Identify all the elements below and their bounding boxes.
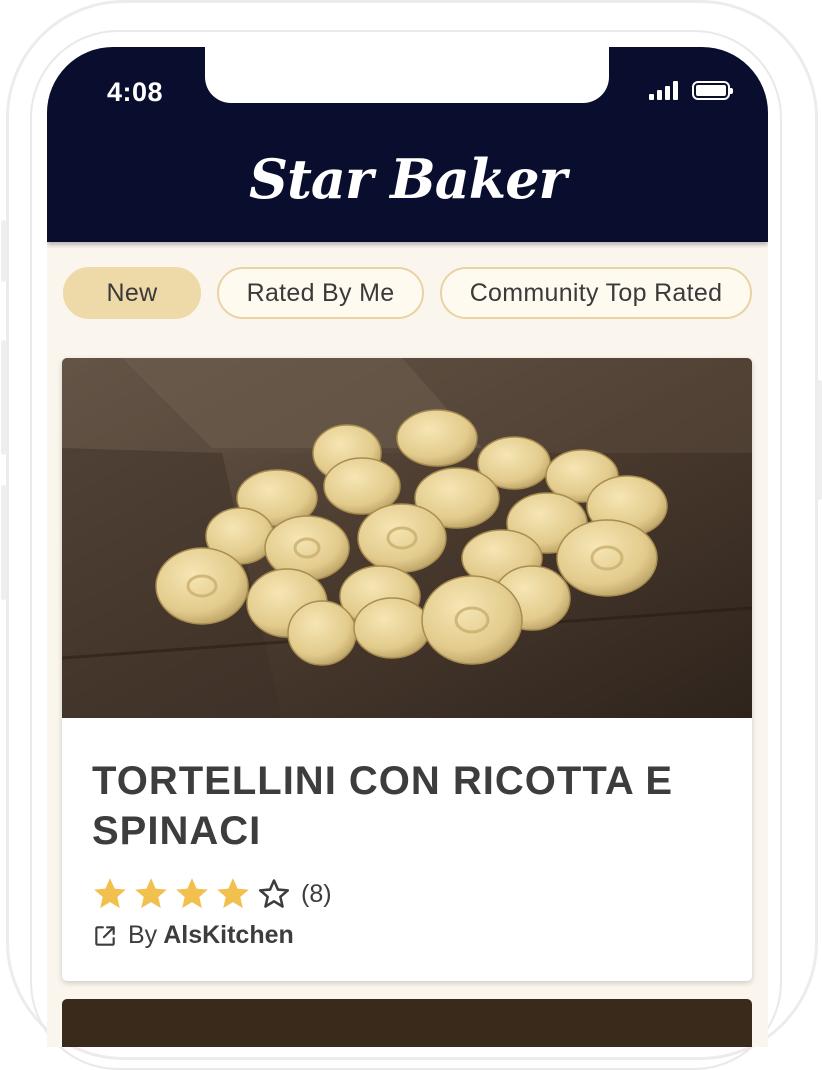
phone-side-button bbox=[1, 220, 6, 282]
recipe-title[interactable]: TORTELLINI CON RICOTTA E SPINACI bbox=[92, 756, 712, 856]
star-rating: (8) bbox=[90, 875, 332, 913]
star-empty-icon bbox=[258, 879, 290, 908]
phone-side-button bbox=[1, 485, 6, 600]
status-time: 4:08 bbox=[107, 77, 164, 107]
battery-icon bbox=[692, 81, 733, 100]
status-icons bbox=[649, 81, 733, 100]
recipe-author[interactable]: By AlsKitchen bbox=[92, 921, 294, 950]
cellular-signal-icon bbox=[649, 81, 678, 100]
app-screen: 4:08 Star Baker New Rated By Me Communit… bbox=[47, 47, 768, 1047]
next-recipe-card[interactable] bbox=[62, 999, 752, 1047]
star-filled-icon bbox=[135, 878, 167, 909]
phone-side-button bbox=[1, 340, 6, 455]
tab-rated-by-me[interactable]: Rated By Me bbox=[217, 267, 424, 319]
filter-tabs: New Rated By Me Community Top Rated bbox=[63, 267, 752, 319]
external-link-icon bbox=[95, 925, 115, 946]
author-name[interactable]: AlsKitchen bbox=[163, 921, 294, 950]
rating-count: (8) bbox=[301, 879, 332, 908]
app-logo: Star Baker bbox=[248, 147, 567, 211]
phone-notch bbox=[205, 47, 609, 103]
star-filled-icon bbox=[176, 878, 208, 909]
tab-community-top-rated[interactable]: Community Top Rated bbox=[440, 267, 752, 319]
app-header: 4:08 Star Baker bbox=[47, 47, 768, 242]
phone-side-button bbox=[817, 380, 822, 500]
recipe-photo[interactable] bbox=[62, 358, 752, 718]
recipe-card[interactable]: TORTELLINI CON RICOTTA E SPINACI (8) By … bbox=[62, 358, 752, 981]
tab-new[interactable]: New bbox=[63, 267, 201, 319]
star-filled-icon bbox=[94, 878, 126, 909]
author-by-label: By bbox=[128, 921, 158, 949]
star-filled-icon bbox=[217, 878, 249, 909]
